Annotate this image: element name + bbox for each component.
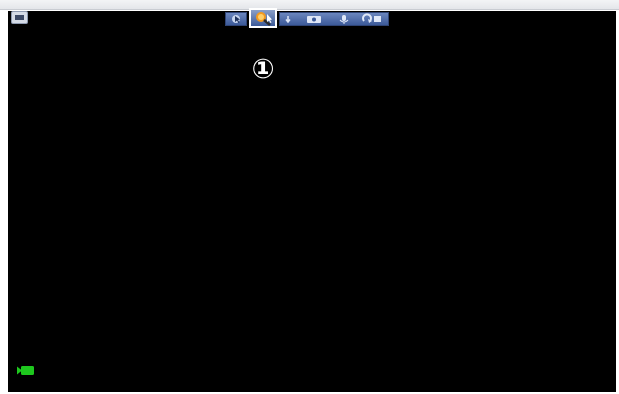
screen-toggle-icon[interactable] xyxy=(11,11,28,24)
magnifier-icon xyxy=(256,11,272,26)
player-window: ① xyxy=(0,0,619,394)
magnifier-tool-button[interactable] xyxy=(249,7,277,28)
microphone-icon[interactable] xyxy=(339,15,349,24)
video-display[interactable] xyxy=(8,11,616,392)
pointer-tool-button[interactable] xyxy=(225,12,247,26)
media-controls-group xyxy=(279,12,389,26)
video-camera-icon xyxy=(17,361,37,380)
pointer-icon xyxy=(232,15,240,23)
callout-number: ① xyxy=(251,54,275,85)
rotate-icon[interactable] xyxy=(362,13,381,23)
camera-icon[interactable] xyxy=(307,16,321,23)
window-top-strip xyxy=(0,0,619,10)
video-toolbar xyxy=(225,7,389,28)
arrow-down-icon[interactable] xyxy=(285,16,291,24)
